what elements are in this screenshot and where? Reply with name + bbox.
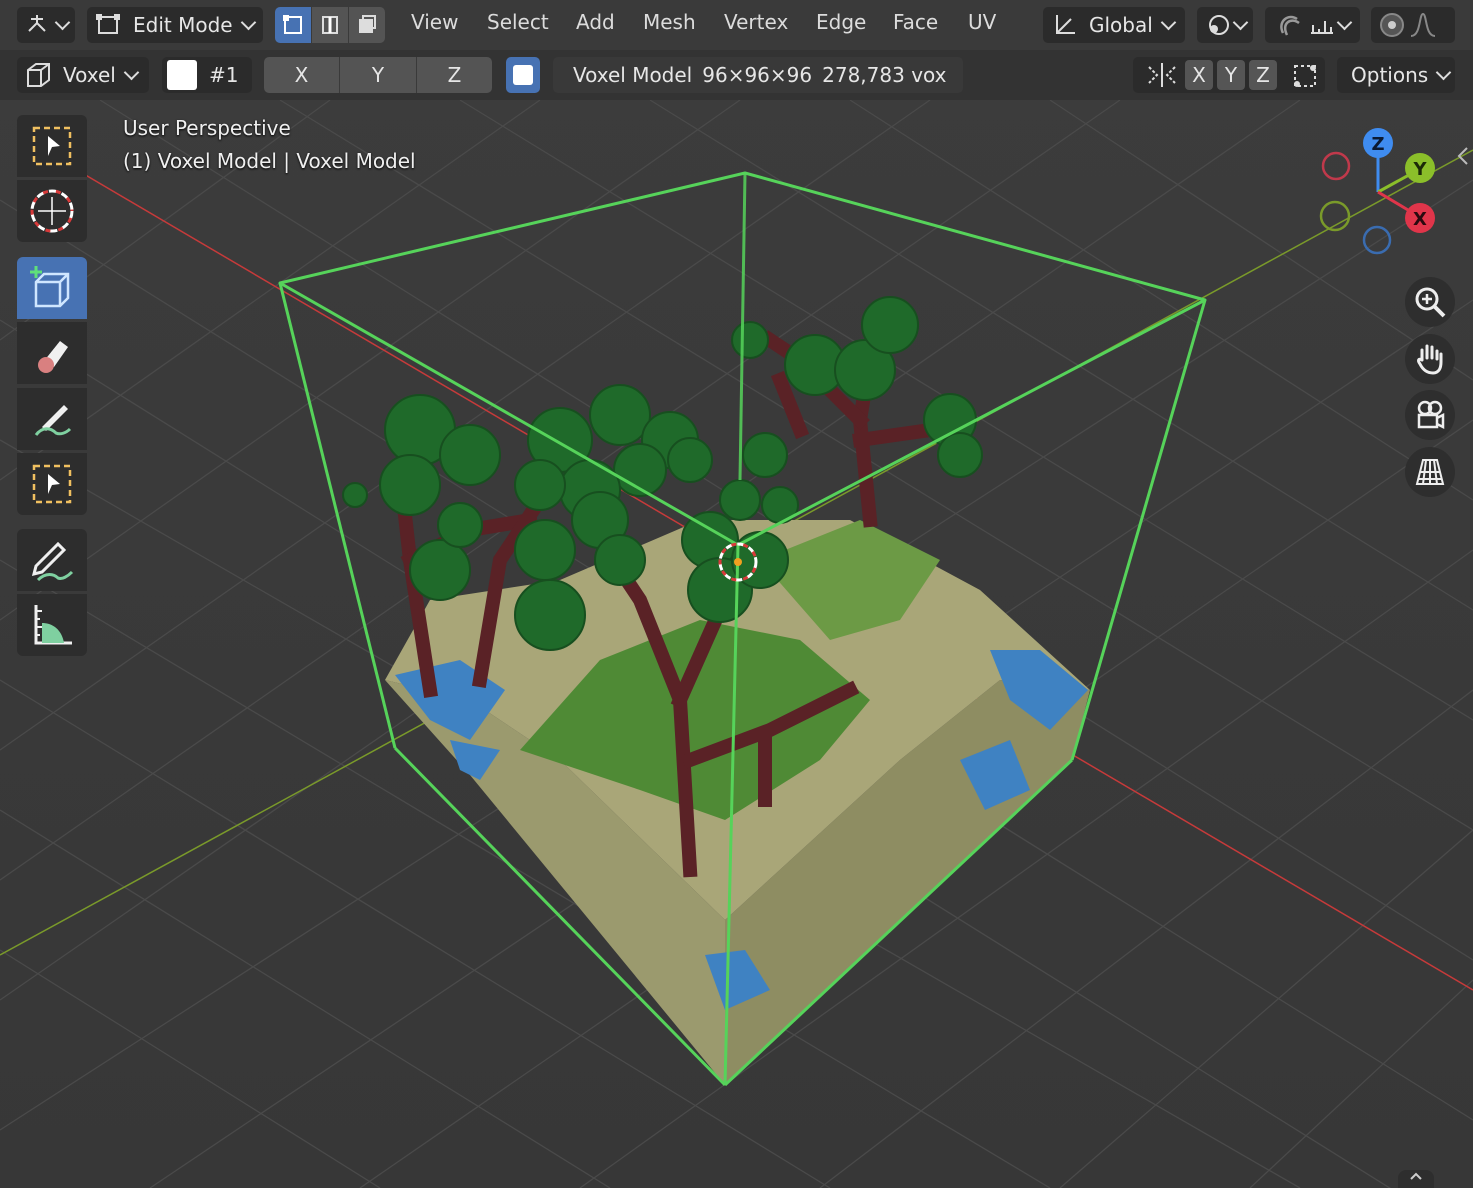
tool-cursor[interactable]	[17, 180, 87, 242]
orientation-dropdown[interactable]: Global	[1043, 7, 1185, 43]
proportional-editing-icon	[1380, 13, 1404, 37]
tool-select-box[interactable]	[17, 115, 87, 177]
voxel-cube-icon	[27, 63, 50, 87]
mode-label: Edit Mode	[133, 13, 233, 37]
camera-icon	[1417, 400, 1445, 430]
chevron-up-icon	[1410, 1172, 1422, 1180]
neg-z-handle[interactable]	[1362, 225, 1392, 255]
axis-lock-group: X Y Z	[264, 57, 492, 93]
tool-dropdown[interactable]: Voxel	[17, 57, 149, 93]
checkbox-check	[513, 65, 533, 85]
neg-y-handle[interactable]	[1319, 200, 1351, 232]
mirror-y-button[interactable]: Y	[1217, 60, 1245, 90]
pivot-point-dropdown[interactable]	[1197, 7, 1253, 43]
mirror-icon	[1148, 63, 1176, 87]
model-dims: 96×96×96	[702, 63, 813, 87]
paint-brush-icon	[34, 405, 72, 436]
color-swatch	[167, 60, 197, 90]
select-box-icon	[32, 464, 72, 504]
zoom-button[interactable]	[1405, 277, 1455, 327]
snapping-group[interactable]	[1265, 7, 1360, 43]
axis-y-button[interactable]: Y	[339, 57, 416, 93]
snap-increment-icon	[1311, 21, 1333, 34]
editor-type-button[interactable]	[17, 7, 75, 43]
face-select-button[interactable]	[348, 7, 385, 43]
color-index-label: #1	[209, 63, 239, 87]
select-mode-group	[275, 7, 385, 43]
viewport-canvas[interactable]	[0, 0, 1473, 1188]
viewport-header: Edit Mode View Select Add Mesh Vertex Ed…	[0, 0, 1473, 50]
annotate-icon	[31, 541, 74, 582]
edge-select-icon	[322, 16, 338, 34]
menu-select[interactable]: Select	[487, 10, 549, 34]
3d-viewport[interactable]	[0, 0, 1473, 1188]
sidebar-toggle-icon[interactable]	[1455, 145, 1471, 167]
mirror-z-button[interactable]: Z	[1249, 60, 1277, 90]
menu-edge[interactable]: Edge	[816, 10, 866, 34]
options-label: Options	[1351, 63, 1429, 87]
hand-icon	[1417, 344, 1443, 375]
neg-x-handle[interactable]	[1321, 151, 1351, 181]
eraser-icon	[38, 341, 68, 373]
menu-vertex[interactable]: Vertex	[724, 10, 788, 34]
y-axis-label: Y	[1412, 159, 1427, 180]
pan-button[interactable]	[1405, 334, 1455, 384]
vertex-select-button[interactable]	[275, 7, 311, 43]
options-dropdown[interactable]: Options	[1337, 57, 1455, 93]
pivot-icon	[1208, 15, 1229, 35]
cursor-icon	[30, 189, 74, 233]
tool-eraser[interactable]	[17, 322, 87, 384]
color-index-field[interactable]: #1	[162, 57, 252, 93]
axis-x-button[interactable]: X	[264, 57, 339, 93]
tool-annotate[interactable]	[17, 529, 87, 591]
edit-mode-icon	[96, 14, 120, 34]
mirror-group: X Y Z	[1133, 57, 1325, 93]
mirror-x-button[interactable]: X	[1185, 60, 1213, 90]
model-name: Voxel Model	[573, 63, 693, 87]
tool-select-region[interactable]	[17, 453, 87, 515]
vertex-select-icon	[283, 15, 302, 34]
grid-perspective-icon	[1415, 459, 1445, 485]
add-voxel-icon	[30, 266, 70, 308]
menu-add[interactable]: Add	[576, 10, 615, 34]
perspective-toggle-button[interactable]	[1405, 447, 1455, 497]
edge-select-button[interactable]	[311, 7, 348, 43]
tool-paint[interactable]	[17, 388, 87, 450]
transform-orientation-icon	[1056, 15, 1075, 34]
proportional-editing-group[interactable]	[1371, 7, 1455, 43]
measure-icon	[34, 605, 72, 645]
editor-type-icon	[27, 15, 46, 32]
x-axis-label: X	[1413, 209, 1427, 230]
object-info-label: (1) Voxel Model | Voxel Model	[123, 149, 416, 173]
model-info-panel: Voxel Model 96×96×96 278,783 vox	[553, 57, 963, 93]
menu-uv[interactable]: UV	[968, 10, 996, 34]
orientation-label: Global	[1089, 13, 1153, 37]
mode-dropdown[interactable]: Edit Mode	[87, 7, 263, 43]
voxel-count: 278,783 vox	[822, 63, 947, 87]
auto-merge-icon[interactable]	[1291, 62, 1319, 90]
face-select-icon	[359, 15, 376, 33]
tool-label: Voxel	[63, 63, 116, 87]
snap-icon	[1280, 15, 1300, 36]
select-box-icon	[32, 126, 72, 166]
z-axis-label: Z	[1371, 134, 1384, 155]
view-name-label: User Perspective	[123, 116, 291, 140]
option-checkbox[interactable]	[506, 57, 540, 93]
menu-view[interactable]: View	[411, 10, 458, 34]
tool-settings-header: Voxel #1 X Y Z Voxel Model 96×96×96 278,…	[0, 50, 1473, 100]
menu-mesh[interactable]: Mesh	[643, 10, 696, 34]
navigation-gizmo[interactable]: Z Y X	[1310, 120, 1460, 260]
tool-measure[interactable]	[17, 594, 87, 656]
axis-z-button[interactable]: Z	[416, 57, 492, 93]
zoom-icon	[1415, 287, 1446, 318]
bottom-region-toggle[interactable]	[1398, 1170, 1434, 1188]
tool-add-voxel[interactable]	[17, 257, 87, 319]
menu-face[interactable]: Face	[893, 10, 938, 34]
falloff-icon	[1410, 12, 1436, 37]
camera-view-button[interactable]	[1405, 390, 1455, 440]
